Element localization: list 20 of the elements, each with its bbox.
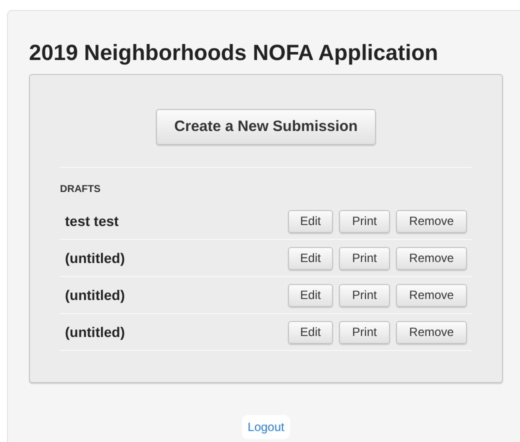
print-button[interactable]: Print bbox=[339, 320, 390, 344]
remove-button[interactable]: Remove bbox=[396, 284, 467, 306]
drafts-heading: DRAFTS bbox=[60, 183, 101, 197]
print-button[interactable]: Print bbox=[339, 246, 390, 270]
draft-name: (untitled) bbox=[65, 286, 125, 305]
create-submission-button[interactable]: Create a New Submission bbox=[156, 109, 376, 145]
draft-name: (untitled) bbox=[65, 322, 125, 342]
logout-link[interactable]: Logout bbox=[242, 415, 290, 439]
draft-name: (untitled) bbox=[65, 248, 125, 268]
draft-name: test test bbox=[65, 212, 119, 230]
print-button[interactable]: Print bbox=[339, 284, 390, 306]
remove-button[interactable]: Remove bbox=[396, 320, 467, 344]
edit-button[interactable]: Edit bbox=[288, 320, 333, 344]
page-title: 2019 Neighborhoods NOFA Application bbox=[29, 39, 438, 67]
edit-button[interactable]: Edit bbox=[288, 284, 333, 306]
remove-button[interactable]: Remove bbox=[396, 246, 467, 270]
edit-button[interactable]: Edit bbox=[288, 246, 333, 270]
print-button[interactable]: Print bbox=[339, 210, 390, 232]
edit-button[interactable]: Edit bbox=[288, 210, 333, 232]
remove-button[interactable]: Remove bbox=[396, 210, 467, 232]
